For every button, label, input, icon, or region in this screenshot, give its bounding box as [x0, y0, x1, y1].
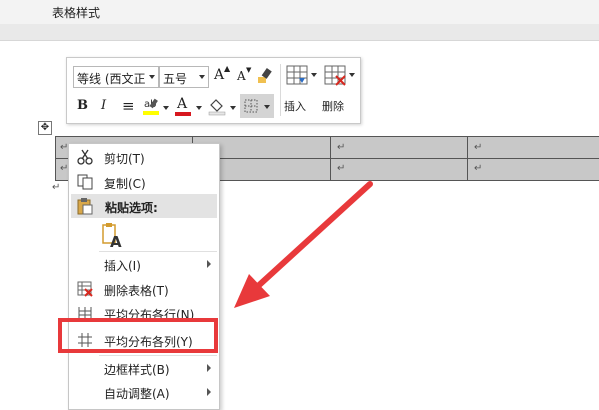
- annotation-arrow: [234, 181, 373, 308]
